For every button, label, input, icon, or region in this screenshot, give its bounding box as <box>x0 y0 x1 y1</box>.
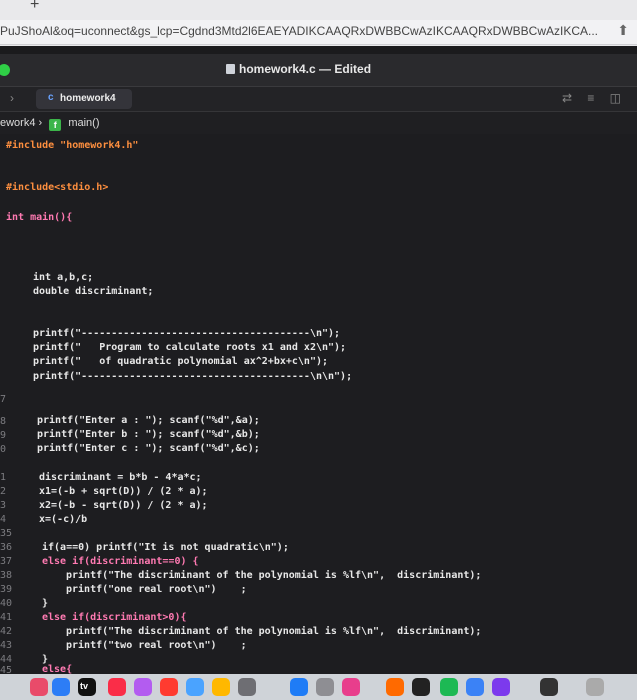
editor-tab-bar: › c homework4 ⇄ ≡ ◫ <box>0 87 637 112</box>
line-number: 3 <box>0 500 7 511</box>
terminal-app-icon[interactable] <box>412 678 430 696</box>
app-icon[interactable] <box>30 678 48 696</box>
app-icon[interactable] <box>52 678 70 696</box>
app-icon[interactable] <box>342 678 360 696</box>
app-icon[interactable] <box>466 678 484 696</box>
code-line[interactable]: else if(discriminant>0){ <box>42 612 187 623</box>
code-line[interactable]: discriminant = b*b - 4*a*c; <box>39 472 202 483</box>
browser-top-bar: + PuJShoAl&oq=uconnect&gs_lcp=Cgdnd3Mtd2… <box>0 0 637 46</box>
window-zoom-button[interactable] <box>0 64 10 76</box>
url-text[interactable]: PuJShoAl&oq=uconnect&gs_lcp=Cgdnd3Mtd2l6… <box>0 24 598 38</box>
window-title-text: homework4.c — Edited <box>239 62 372 76</box>
code-line[interactable]: printf("Enter a : "); scanf("%d",&a); <box>37 415 260 426</box>
code-line[interactable]: } <box>42 598 48 609</box>
code-line[interactable]: int a,b,c; <box>33 272 93 283</box>
code-line[interactable]: printf("The discriminant of the polynomi… <box>66 626 481 637</box>
code-editor[interactable]: #include "homework4.h" #include<stdio.h>… <box>0 134 637 676</box>
line-number: 0 <box>0 444 7 455</box>
code-line[interactable]: printf("one real root\n") ; <box>66 584 247 595</box>
new-tab-button[interactable]: + <box>30 0 39 14</box>
news-app-icon[interactable] <box>160 678 178 696</box>
window-title: homework4.c — Edited <box>226 62 371 76</box>
dock: tv <box>0 674 637 700</box>
code-line[interactable]: printf("two real root\n") ; <box>66 640 247 651</box>
code-line[interactable]: x=(-c)/b <box>39 514 87 525</box>
code-line[interactable]: printf("--------------------------------… <box>33 371 352 382</box>
code-line[interactable]: printf("The discriminant of the polynomi… <box>66 570 481 581</box>
tv-app-label: tv <box>80 681 89 691</box>
code-line[interactable]: int main(){ <box>6 212 72 223</box>
code-line[interactable]: printf(" Program to calculate roots x1 a… <box>33 342 346 353</box>
line-number: 42 <box>0 626 13 637</box>
line-number: 9 <box>0 430 7 441</box>
editor-options-icons[interactable]: ⇄ ≡ ◫ <box>562 91 627 105</box>
music-app-icon[interactable] <box>108 678 126 696</box>
chevron-right-icon: › <box>38 117 43 129</box>
function-icon: f <box>49 119 62 131</box>
app-icon[interactable] <box>238 678 256 696</box>
line-number: 35 <box>0 528 13 539</box>
line-number: 2 <box>0 486 7 497</box>
code-line[interactable]: printf("Enter b : "); scanf("%d",&b); <box>37 429 260 440</box>
file-icon <box>226 64 235 74</box>
settings-app-icon[interactable] <box>316 678 334 696</box>
line-number: 4 <box>0 514 7 525</box>
tab-homework4[interactable]: c homework4 <box>36 89 132 109</box>
spotify-app-icon[interactable] <box>440 678 458 696</box>
line-number: 38 <box>0 570 13 581</box>
app-store-icon[interactable] <box>290 678 308 696</box>
line-number: 41 <box>0 612 13 623</box>
code-line[interactable]: x1=(-b + sqrt(D)) / (2 * a); <box>39 486 208 497</box>
code-line[interactable]: if(a==0) printf("It is not quadratic\n")… <box>42 542 289 553</box>
address-bar[interactable]: PuJShoAl&oq=uconnect&gs_lcp=Cgdnd3Mtd2l6… <box>0 20 637 45</box>
jump-bar-function[interactable]: main() <box>68 117 99 129</box>
xcode-window-titlebar: homework4.c — Edited <box>0 54 637 87</box>
app-icon[interactable] <box>186 678 204 696</box>
code-line[interactable]: printf("--------------------------------… <box>33 328 340 339</box>
jump-bar: ework4 › f main() <box>0 112 637 134</box>
line-number: 39 <box>0 584 13 595</box>
app-icon[interactable] <box>492 678 510 696</box>
line-number: 44 <box>0 654 13 665</box>
line-number: 37 <box>0 556 13 567</box>
line-number: 40 <box>0 598 13 609</box>
code-line[interactable]: else if(discriminant==0) { <box>42 556 199 567</box>
line-number: 36 <box>0 542 13 553</box>
share-icon[interactable]: ⬆ <box>617 22 629 39</box>
line-number: 7 <box>0 394 7 405</box>
c-file-icon: c <box>48 92 54 103</box>
jump-bar-project[interactable]: ework4 <box>0 117 35 129</box>
line-number: 43 <box>0 640 13 651</box>
code-line[interactable]: #include "homework4.h" <box>6 140 138 151</box>
chevron-right-icon[interactable]: › <box>10 91 14 105</box>
code-line[interactable]: printf("Enter c : "); scanf("%d",&c); <box>37 443 260 454</box>
trash-icon[interactable] <box>586 678 604 696</box>
app-icon[interactable] <box>540 678 558 696</box>
tab-label: homework4 <box>60 93 116 104</box>
code-line[interactable]: #include<stdio.h> <box>6 182 108 193</box>
line-number: 1 <box>0 472 7 483</box>
podcasts-app-icon[interactable] <box>134 678 152 696</box>
app-icon[interactable] <box>386 678 404 696</box>
code-line[interactable]: x2=(-b - sqrt(D)) / (2 * a); <box>39 500 208 511</box>
tv-app-icon[interactable]: tv <box>78 678 96 696</box>
app-icon[interactable] <box>212 678 230 696</box>
line-number: 8 <box>0 416 7 427</box>
code-line[interactable]: printf(" of quadratic polynomial ax^2+bx… <box>33 356 328 367</box>
code-line[interactable]: double discriminant; <box>33 286 153 297</box>
